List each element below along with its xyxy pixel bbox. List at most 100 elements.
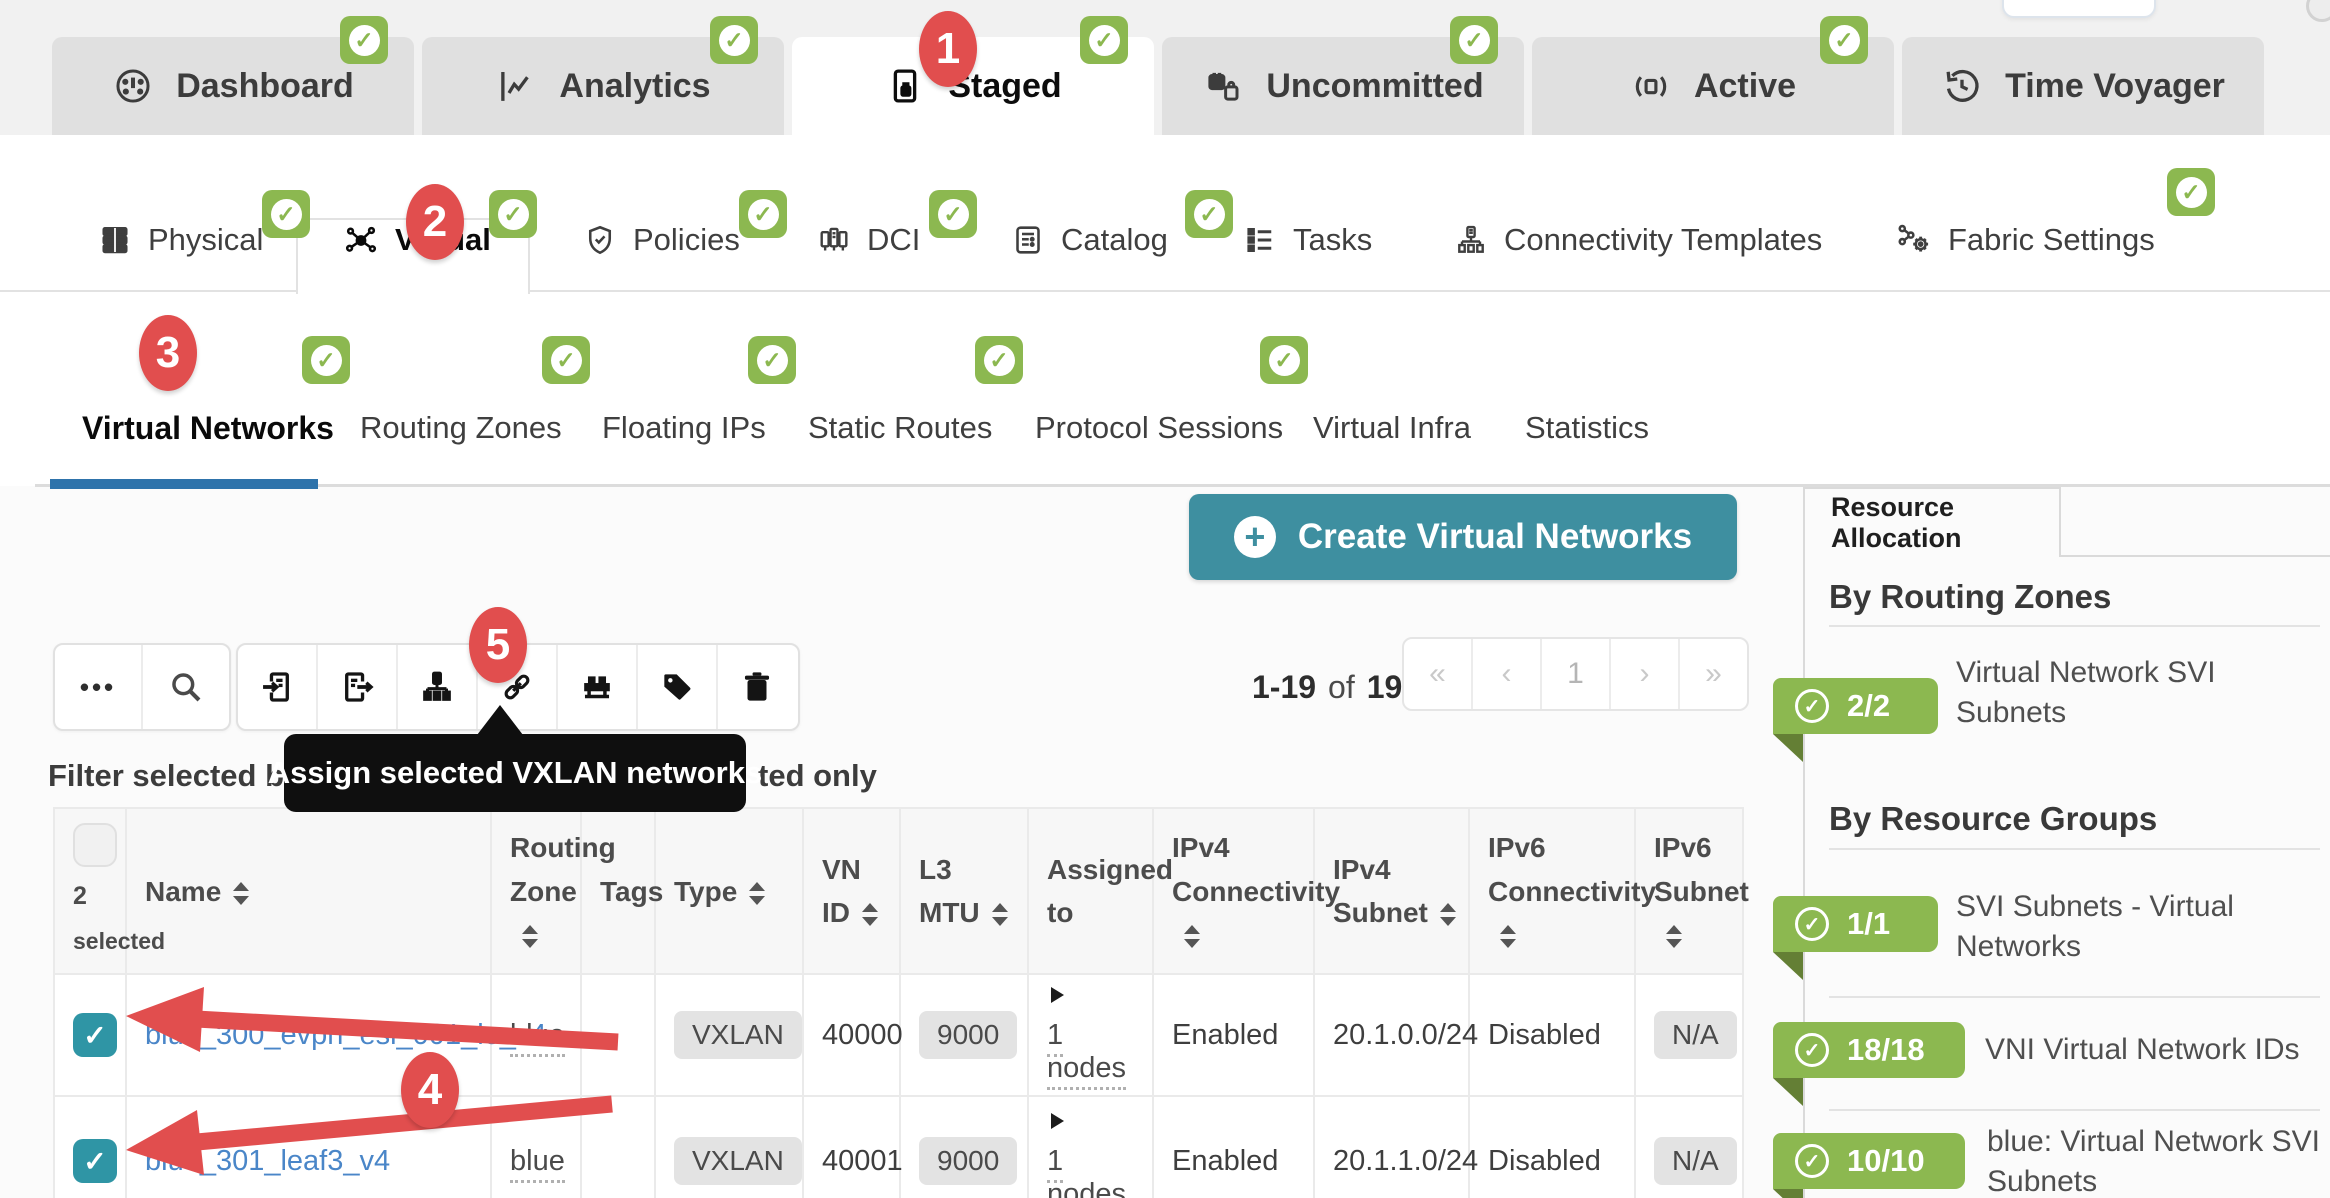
partial-top-button[interactable] <box>2002 0 2156 18</box>
pagination-controls: « ‹ 1 › » <box>1402 637 1749 711</box>
column-header-ipv4-connectivity[interactable]: IPv4 Connectivity <box>1153 808 1314 974</box>
tab-tasks[interactable]: Tasks <box>1242 205 1372 275</box>
tab-fabric-settings[interactable]: Fabric Settings <box>1895 205 2155 275</box>
shield-check-icon <box>582 222 618 258</box>
tab-label: Uncommitted <box>1266 67 1483 106</box>
ipv4-connectivity-value: Enabled <box>1172 1019 1278 1051</box>
search-button[interactable] <box>143 645 229 729</box>
vn-name-link[interactable]: blue_300_evpn_esi_001_le_v4 <box>145 1019 547 1051</box>
tab-policies[interactable]: Policies <box>582 205 740 275</box>
column-label: L3 MTU <box>919 854 980 928</box>
tab-physical[interactable]: Physical <box>97 205 263 275</box>
sort-icon[interactable] <box>992 903 1008 926</box>
subtab-protocol-sessions[interactable]: Protocol Sessions <box>1035 400 1283 456</box>
total-count: 19 <box>1367 669 1403 706</box>
tab-connectivity-templates[interactable]: Connectivity Templates <box>1453 205 1822 275</box>
fabric-gear-icon <box>1895 221 1933 259</box>
annotation-step-3: 3 <box>139 315 197 391</box>
tab-time-voyager[interactable]: Time Voyager <box>1902 37 2264 135</box>
of-label: of <box>1328 669 1355 706</box>
resource-ribbon[interactable]: 1/1 <box>1773 896 1938 952</box>
ribbon-fold <box>1773 1189 1803 1198</box>
vn-id-value: 40000 <box>822 1019 903 1051</box>
mtu-badge: 9000 <box>919 1137 1017 1185</box>
column-header-vn-id[interactable]: VN ID <box>803 808 900 974</box>
sort-icon[interactable] <box>522 925 538 948</box>
sort-icon[interactable] <box>1500 925 1516 948</box>
tab-label: DCI <box>867 222 920 258</box>
subtab-floating-ips[interactable]: Floating IPs <box>602 400 766 456</box>
sort-icon[interactable] <box>233 882 249 905</box>
tab-label: Connectivity Templates <box>1504 222 1822 258</box>
subtab-static-routes[interactable]: Static Routes <box>808 400 992 456</box>
subtab-virtual-infra[interactable]: Virtual Infra <box>1313 400 1471 456</box>
page-number[interactable]: 1 <box>1542 639 1611 709</box>
export-button[interactable] <box>318 645 398 729</box>
resource-ribbon[interactable]: 10/10 <box>1773 1133 1965 1189</box>
row-checkbox-checked[interactable] <box>73 1139 117 1183</box>
sort-icon[interactable] <box>1666 925 1682 948</box>
column-header-name[interactable]: Name <box>126 808 491 974</box>
more-actions-button[interactable]: ••• <box>55 645 143 729</box>
assigned-to-cell: 1 nodes <box>1028 1096 1153 1198</box>
next-page-button[interactable]: › <box>1611 639 1680 709</box>
sort-icon[interactable] <box>862 903 878 926</box>
ipv4-subnet-cell: 20.1.0.0/24 <box>1314 974 1469 1096</box>
subtab-virtual-networks[interactable]: Virtual Networks <box>82 400 334 456</box>
subtab-statistics[interactable]: Statistics <box>1525 400 1649 456</box>
create-virtual-networks-button[interactable]: + Create Virtual Networks <box>1189 494 1737 580</box>
status-check-badge <box>975 336 1023 384</box>
panel-tab-label: Resource Allocation <box>1831 492 2059 554</box>
resource-allocation-tab[interactable]: Resource Allocation <box>1803 487 2061 557</box>
ipv4-subnet-value: 20.1.1.0/24 <box>1333 1145 1478 1177</box>
selected-only-label-partial[interactable]: ted only <box>758 758 877 794</box>
check-icon <box>311 345 342 376</box>
first-page-button[interactable]: « <box>1404 639 1473 709</box>
ipv4-subnet-cell: 20.1.1.0/24 <box>1314 1096 1469 1198</box>
row-checkbox-checked[interactable] <box>73 1013 117 1057</box>
column-header-routing-zone[interactable]: Routing Zone <box>491 808 581 974</box>
assigned-nodes-link[interactable]: 1 nodes <box>1047 1019 1126 1090</box>
resource-ribbon[interactable]: 2/2 <box>1773 678 1938 734</box>
sort-icon[interactable] <box>749 882 765 905</box>
resource-ribbon[interactable]: 18/18 <box>1773 1022 1965 1078</box>
column-header-ipv4-subnet[interactable]: IPv4 Subnet <box>1314 808 1469 974</box>
sort-icon[interactable] <box>1184 925 1200 948</box>
tab-label: Analytics <box>559 67 710 106</box>
delete-button[interactable] <box>718 645 796 729</box>
column-header-l3-mtu[interactable]: L3 MTU <box>900 808 1028 974</box>
last-page-button[interactable]: » <box>1680 639 1747 709</box>
check-icon <box>938 199 969 230</box>
resource-label: VNI Virtual Network IDs <box>1985 1030 2330 1070</box>
pagination-summary: 1-19 of 19 <box>1252 643 1402 731</box>
routing-zone-link[interactable]: blue <box>510 1019 565 1057</box>
assigned-nodes-link[interactable]: 1 nodes <box>1047 1145 1126 1198</box>
column-header-ipv6-connectivity[interactable]: IPv6 Connectivity <box>1469 808 1635 974</box>
assign-rack-button[interactable] <box>558 645 638 729</box>
column-header-type[interactable]: Type <box>655 808 803 974</box>
tab-label: Tasks <box>1293 222 1372 258</box>
assign-nodes-button[interactable] <box>398 645 478 729</box>
select-all-checkbox[interactable] <box>73 823 117 867</box>
vn-name-link[interactable]: blue_301_leaf3_v4 <box>145 1145 390 1177</box>
staged-virtual-networks-page: Dashboard Analytics Staged Uncommitted A… <box>0 0 2330 1198</box>
tab-dci[interactable]: DCI <box>816 205 920 275</box>
import-button[interactable] <box>238 645 318 729</box>
check-icon <box>271 199 302 230</box>
prev-page-button[interactable]: ‹ <box>1473 639 1542 709</box>
type-badge: VXLAN <box>674 1137 802 1185</box>
expand-caret-icon[interactable] <box>1051 987 1064 1003</box>
column-header-assigned-to[interactable]: Assigned to <box>1028 808 1153 974</box>
mtu-badge: 9000 <box>919 1011 1017 1059</box>
tooltip-text: Assign selected VXLAN networks <box>268 755 762 791</box>
routing-zone-link[interactable]: blue <box>510 1145 565 1183</box>
column-label: VN ID <box>822 854 861 928</box>
expand-caret-icon[interactable] <box>1051 1113 1064 1129</box>
import-document-icon <box>258 668 296 706</box>
status-check-badge <box>1820 16 1868 64</box>
subtab-routing-zones[interactable]: Routing Zones <box>360 400 562 456</box>
subtab-label: Protocol Sessions <box>1035 410 1283 446</box>
sort-icon[interactable] <box>1440 903 1456 926</box>
tab-catalog[interactable]: Catalog <box>1010 205 1168 275</box>
tag-button[interactable] <box>638 645 718 729</box>
